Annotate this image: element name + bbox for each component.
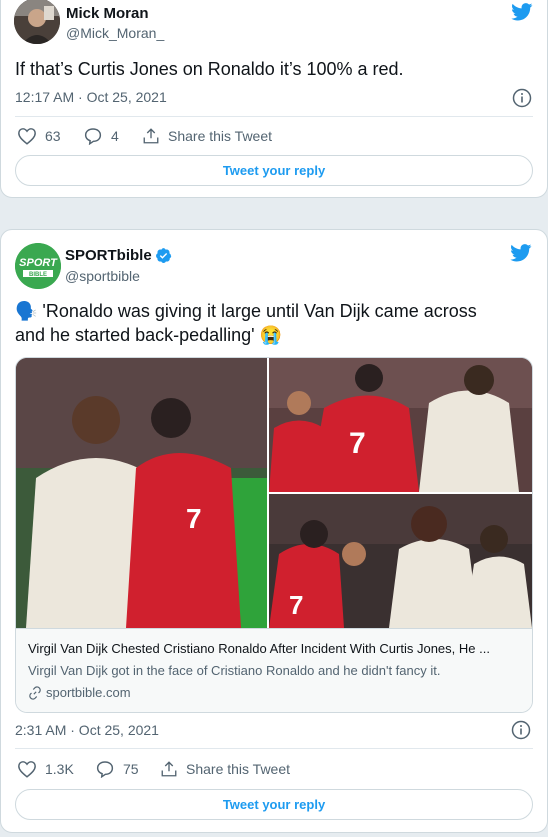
link-preview-meta[interactable]: Virgil Van Dijk Chested Cristiano Ronald… — [16, 628, 532, 712]
share-label: Share this Tweet — [168, 128, 273, 144]
divider — [15, 116, 533, 117]
author-name[interactable]: SPORTbible — [65, 247, 172, 264]
tweet-timestamp[interactable]: 2:31 AM · Oct 25, 2021 — [15, 722, 159, 738]
twitter-bird-icon[interactable] — [511, 3, 533, 21]
avatar[interactable]: SPORT BIBLE — [15, 243, 61, 289]
avatar-logo-text-top: SPORT — [19, 257, 58, 269]
reply-count: 4 — [111, 128, 119, 144]
link-preview-description: Virgil Van Dijk got in the face of Crist… — [28, 663, 441, 678]
author-name-text: SPORTbible — [65, 247, 152, 264]
author-handle[interactable]: @sportbible — [65, 268, 140, 284]
reply-button[interactable]: 75 — [95, 760, 139, 778]
reply-button[interactable]: 4 — [83, 127, 119, 145]
comment-icon — [96, 761, 114, 778]
avatar-logo-text-bottom: BIBLE — [29, 272, 47, 278]
tweet-text-line-2: and he started back-pedalling' 😭 — [15, 325, 283, 345]
comment-icon — [84, 128, 102, 145]
photo-ronaldo-back: 7 — [269, 358, 532, 492]
svg-text:7: 7 — [186, 503, 202, 534]
media-image-bottom-right[interactable]: 7 — [269, 494, 532, 628]
info-icon[interactable] — [512, 88, 532, 108]
twitter-bird-icon[interactable] — [510, 244, 532, 262]
like-button[interactable]: 63 — [17, 127, 61, 145]
tweet-your-reply-button[interactable]: Tweet your reply — [15, 155, 533, 186]
share-button[interactable]: Share this Tweet — [142, 127, 272, 145]
media-image-left[interactable]: 7 — [16, 358, 267, 628]
svg-text:7: 7 — [289, 590, 303, 620]
heart-icon — [18, 761, 36, 778]
share-label: Share this Tweet — [186, 761, 291, 777]
link-preview-domain[interactable]: sportbible.com — [28, 685, 520, 700]
avatar[interactable] — [14, 0, 60, 44]
photo-vvd-confrontation: 7 — [269, 494, 532, 628]
author-handle[interactable]: @Mick_Moran_ — [66, 25, 164, 41]
link-preview-card[interactable]: 7 7 7 Virgil Van Dijk Chested Cristiano … — [15, 357, 533, 713]
media-image-top-right[interactable]: 7 — [269, 358, 532, 492]
tweet-card-sportbible: SPORT BIBLE SPORTbible @sportbible 🗣️ 'R… — [0, 229, 548, 833]
share-icon — [161, 761, 177, 777]
tweet-timestamp[interactable]: 12:17 AM · Oct 25, 2021 — [15, 89, 167, 105]
verified-badge-icon — [155, 248, 171, 264]
like-count: 63 — [45, 128, 61, 144]
divider — [15, 748, 533, 749]
share-icon — [143, 128, 159, 144]
svg-text:7: 7 — [349, 427, 366, 460]
heart-icon — [18, 128, 36, 145]
tweet-card-mick-moran: Mick Moran @Mick_Moran_ If that’s Curtis… — [0, 0, 548, 198]
link-icon — [29, 685, 41, 700]
tweet-your-reply-button[interactable]: Tweet your reply — [15, 789, 533, 820]
tweet-text: If that’s Curtis Jones on Ronaldo it’s 1… — [15, 59, 404, 79]
author-name[interactable]: Mick Moran — [66, 5, 149, 22]
reply-count: 75 — [123, 761, 139, 777]
link-domain-text: sportbible.com — [46, 685, 131, 700]
photo-vvd-ronaldo: 7 — [16, 358, 267, 628]
like-count: 1.3K — [45, 761, 74, 777]
tweet-text-line-1: 🗣️ 'Ronaldo was giving it large until Va… — [15, 301, 477, 321]
share-button[interactable]: Share this Tweet — [160, 760, 290, 778]
link-preview-title[interactable]: Virgil Van Dijk Chested Cristiano Ronald… — [28, 641, 520, 656]
info-icon[interactable] — [511, 720, 531, 740]
like-button[interactable]: 1.3K — [17, 760, 74, 778]
